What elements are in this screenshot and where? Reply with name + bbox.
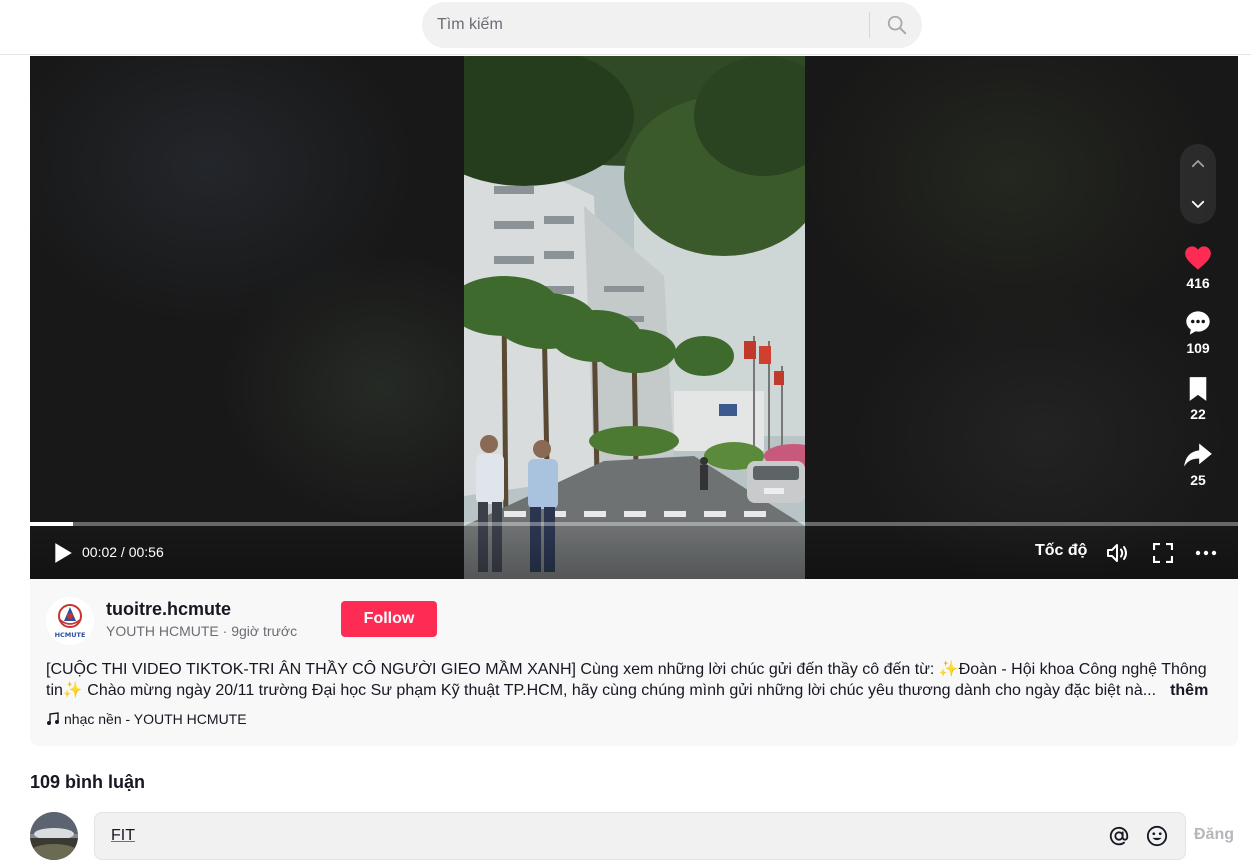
comment-box xyxy=(94,812,1186,860)
save-count: 22 xyxy=(1190,406,1206,422)
comments-title: 109 bình luận xyxy=(30,772,146,792)
volume-button[interactable] xyxy=(1104,539,1132,567)
comment-input[interactable] xyxy=(111,813,1091,859)
emoji-button[interactable] xyxy=(1145,824,1169,848)
save-button[interactable] xyxy=(1178,372,1218,406)
search-button[interactable] xyxy=(874,2,920,48)
emoji-icon xyxy=(1146,825,1168,847)
see-more-link[interactable]: thêm xyxy=(1170,682,1208,699)
comment-button[interactable] xyxy=(1178,306,1218,340)
video-thumbnail xyxy=(464,56,805,579)
post-comment-button[interactable]: Đăng xyxy=(1194,826,1234,844)
music-link[interactable]: nhạc nền - YOUTH HCMUTE xyxy=(46,711,247,727)
video-navigation xyxy=(1180,144,1216,224)
comment-count: 109 xyxy=(1186,340,1210,356)
music-note-icon xyxy=(47,712,59,725)
search-input[interactable] xyxy=(437,2,877,48)
search-icon xyxy=(887,15,907,35)
comment-action: 109 xyxy=(1178,306,1218,356)
play-icon xyxy=(55,543,72,563)
top-bar xyxy=(0,0,1251,55)
follow-button[interactable]: Follow xyxy=(341,601,437,637)
more-icon xyxy=(1195,550,1217,556)
svg-text:HCMUTE: HCMUTE xyxy=(55,631,86,639)
next-video-button[interactable] xyxy=(1180,184,1216,224)
hcmute-logo: HCMUTE xyxy=(46,597,94,645)
like-button[interactable] xyxy=(1178,241,1218,275)
search-bar xyxy=(422,2,922,48)
heart-icon xyxy=(1185,246,1211,270)
share-button[interactable] xyxy=(1178,438,1218,472)
author-username[interactable]: tuoitre.hcmute xyxy=(106,599,231,620)
like-count: 416 xyxy=(1186,275,1210,291)
search-divider xyxy=(869,12,870,38)
at-sign-icon xyxy=(1109,826,1129,846)
player-controls: 00:02 / 00:56 Tốc độ xyxy=(30,526,1238,579)
fullscreen-icon xyxy=(1153,543,1173,563)
video-player[interactable]: 416 109 22 25 00:02 / 00:56 Tốc độ xyxy=(30,56,1238,579)
speed-button[interactable]: Tốc độ xyxy=(1035,542,1087,560)
author-meta: YOUTH HCMUTE · 9giờ trước xyxy=(106,623,298,639)
video-description: [CUỘC THI VIDEO TIKTOK-TRI ÂN THẦY CÔ NG… xyxy=(46,659,1222,701)
chevron-up-icon xyxy=(1191,160,1205,168)
music-label: nhạc nền - YOUTH HCMUTE xyxy=(64,711,247,727)
video-info-card: HCMUTE tuoitre.hcmute YOUTH HCMUTE · 9gi… xyxy=(30,579,1238,746)
share-icon xyxy=(1184,443,1212,467)
current-user-avatar[interactable] xyxy=(30,812,78,860)
mention-button[interactable] xyxy=(1107,824,1131,848)
like-action: 416 xyxy=(1178,241,1218,291)
comment-icon xyxy=(1186,311,1210,335)
avatar-image xyxy=(30,812,78,860)
time-display: 00:02 / 00:56 xyxy=(82,544,164,560)
previous-video-button[interactable] xyxy=(1180,144,1216,184)
chevron-down-icon xyxy=(1191,200,1205,208)
play-button[interactable] xyxy=(50,540,76,566)
share-action: 25 xyxy=(1178,438,1218,488)
volume-icon xyxy=(1107,544,1127,562)
more-options-button[interactable] xyxy=(1192,539,1220,567)
bookmark-icon xyxy=(1189,377,1207,401)
author-avatar[interactable]: HCMUTE xyxy=(46,597,94,645)
save-action: 22 xyxy=(1178,372,1218,422)
video-frame[interactable] xyxy=(464,56,805,579)
share-count: 25 xyxy=(1190,472,1206,488)
description-text: [CUỘC THI VIDEO TIKTOK-TRI ÂN THẦY CÔ NG… xyxy=(46,661,1207,699)
fullscreen-button[interactable] xyxy=(1149,539,1177,567)
